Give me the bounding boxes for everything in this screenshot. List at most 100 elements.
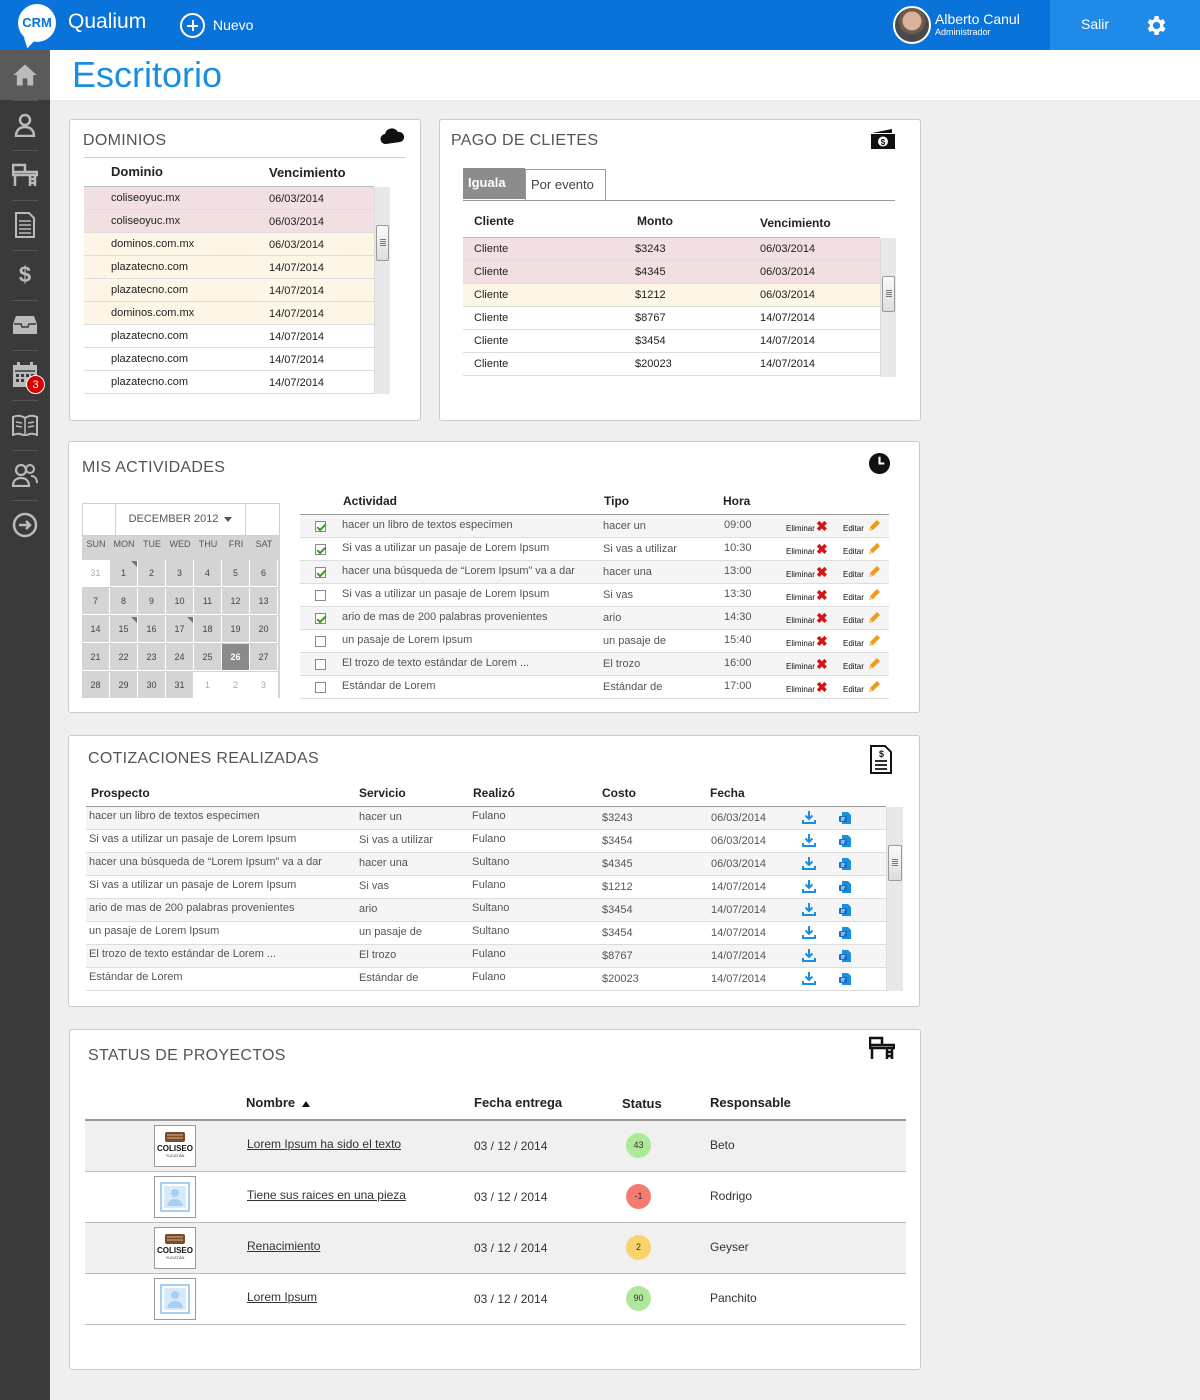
projects-header-name[interactable]: Nombre bbox=[246, 1095, 310, 1110]
calendar-day[interactable]: 8 bbox=[110, 588, 138, 615]
edit-button[interactable]: Editar bbox=[843, 524, 864, 533]
quotes-scrollbar[interactable] bbox=[886, 807, 903, 991]
sidebar-item-inbox[interactable] bbox=[0, 300, 50, 350]
delete-x-icon[interactable]: ✖ bbox=[816, 657, 828, 671]
table-row[interactable]: Cliente $3243 06/03/2014 bbox=[463, 238, 880, 261]
delete-x-icon[interactable]: ✖ bbox=[816, 611, 828, 625]
crm-logo[interactable]: CRM bbox=[18, 4, 56, 42]
table-row[interactable]: Cliente $20023 14/07/2014 bbox=[463, 353, 880, 376]
calendar-day[interactable]: 31 bbox=[82, 560, 110, 587]
sidebar-item-users[interactable] bbox=[0, 450, 50, 500]
calendar-day[interactable]: 1 bbox=[194, 672, 222, 699]
activity-checkbox[interactable] bbox=[315, 659, 326, 670]
tab-iguala[interactable]: Iguala bbox=[463, 168, 525, 199]
calendar-day[interactable]: 23 bbox=[138, 644, 166, 671]
avatar[interactable] bbox=[893, 6, 931, 44]
pdf-icon[interactable] bbox=[838, 811, 852, 825]
project-name-link[interactable]: Tiene sus raices en una pieza bbox=[247, 1188, 406, 1202]
calendar-day[interactable]: 3 bbox=[166, 560, 194, 587]
edit-button[interactable]: Editar bbox=[843, 639, 864, 648]
calendar-day[interactable]: 22 bbox=[110, 644, 138, 671]
delete-x-icon[interactable]: ✖ bbox=[816, 565, 828, 579]
calendar-day-selected[interactable]: 26 bbox=[222, 644, 250, 671]
calendar-day[interactable]: 18 bbox=[194, 616, 222, 643]
calendar-day[interactable]: 19 bbox=[222, 616, 250, 643]
calendar-day[interactable]: 11 bbox=[194, 588, 222, 615]
pdf-icon[interactable] bbox=[838, 949, 852, 963]
calendar-day[interactable]: 6 bbox=[250, 560, 278, 587]
calendar-day[interactable]: 29 bbox=[110, 672, 138, 699]
calendar-day[interactable]: 4 bbox=[194, 560, 222, 587]
calendar-day[interactable]: 2 bbox=[138, 560, 166, 587]
activity-checkbox[interactable] bbox=[315, 636, 326, 647]
calendar-day[interactable]: 16 bbox=[138, 616, 166, 643]
pdf-icon[interactable] bbox=[838, 834, 852, 848]
table-row[interactable]: plazatecno.com 14/07/2014 bbox=[84, 325, 374, 348]
new-button[interactable]: Nuevo bbox=[180, 12, 253, 38]
calendar-day[interactable]: 7 bbox=[82, 588, 110, 615]
calendar-day[interactable]: 10 bbox=[166, 588, 194, 615]
delete-button[interactable]: Eliminar bbox=[786, 662, 815, 671]
calendar-day[interactable]: 31 bbox=[166, 672, 194, 699]
sidebar-item-documents[interactable] bbox=[0, 200, 50, 250]
calendar-month-select[interactable]: DECEMBER 2012 bbox=[115, 503, 246, 536]
calendar-day[interactable]: 21 bbox=[82, 644, 110, 671]
activity-checkbox[interactable] bbox=[315, 613, 326, 624]
table-row[interactable]: COLISEO YUCATÁN Lorem Ipsum ha sido el tex… bbox=[85, 1121, 906, 1172]
activity-checkbox[interactable] bbox=[315, 544, 326, 555]
calendar-day[interactable]: 24 bbox=[166, 644, 194, 671]
edit-button[interactable]: Editar bbox=[843, 570, 864, 579]
table-row[interactable]: Lorem Ipsum 03 / 12 / 2014 90 Panchito bbox=[85, 1274, 906, 1325]
download-icon[interactable] bbox=[802, 880, 816, 893]
pdf-icon[interactable] bbox=[838, 926, 852, 940]
edit-button[interactable]: Editar bbox=[843, 593, 864, 602]
pencil-icon[interactable] bbox=[868, 542, 880, 554]
edit-button[interactable]: Editar bbox=[843, 662, 864, 671]
sidebar-item-logout[interactable] bbox=[0, 500, 50, 550]
pdf-icon[interactable] bbox=[838, 857, 852, 871]
pencil-icon[interactable] bbox=[868, 588, 880, 600]
domains-scroll-thumb[interactable] bbox=[376, 225, 389, 261]
delete-button[interactable]: Eliminar bbox=[786, 524, 815, 533]
calendar-day[interactable]: 3 bbox=[250, 672, 278, 699]
delete-x-icon[interactable]: ✖ bbox=[816, 680, 828, 694]
pdf-icon[interactable] bbox=[838, 880, 852, 894]
delete-button[interactable]: Eliminar bbox=[786, 593, 815, 602]
table-row[interactable]: plazatecno.com 14/07/2014 bbox=[84, 256, 374, 279]
pdf-icon[interactable] bbox=[838, 972, 852, 986]
delete-x-icon[interactable]: ✖ bbox=[816, 519, 828, 533]
quotes-scroll-thumb[interactable] bbox=[888, 845, 902, 881]
download-icon[interactable] bbox=[802, 926, 816, 939]
edit-button[interactable]: Editar bbox=[843, 616, 864, 625]
activity-checkbox[interactable] bbox=[315, 590, 326, 601]
activity-checkbox[interactable] bbox=[315, 682, 326, 693]
sidebar-item-catalog[interactable] bbox=[0, 400, 50, 450]
calendar-day[interactable]: 28 bbox=[82, 672, 110, 699]
pencil-icon[interactable] bbox=[868, 634, 880, 646]
table-row[interactable]: Cliente $8767 14/07/2014 bbox=[463, 307, 880, 330]
calendar-day[interactable]: 2 bbox=[222, 672, 250, 699]
sidebar-item-payments[interactable]: $ bbox=[0, 250, 50, 300]
calendar-day[interactable]: 20 bbox=[250, 616, 278, 643]
pencil-icon[interactable] bbox=[868, 611, 880, 623]
calendar-day[interactable]: 13 bbox=[250, 588, 278, 615]
calendar-day[interactable]: 9 bbox=[138, 588, 166, 615]
delete-button[interactable]: Eliminar bbox=[786, 570, 815, 579]
project-name-link[interactable]: Lorem Ipsum bbox=[247, 1290, 317, 1304]
table-row[interactable]: Cliente $3454 14/07/2014 bbox=[463, 330, 880, 353]
download-icon[interactable] bbox=[802, 857, 816, 870]
table-row[interactable]: coliseoyuc.mx 06/03/2014 bbox=[84, 187, 374, 210]
project-name-link[interactable]: Renacimiento bbox=[247, 1239, 320, 1253]
download-icon[interactable] bbox=[802, 834, 816, 847]
tab-por-evento[interactable]: Por evento bbox=[525, 169, 606, 200]
project-name-link[interactable]: Lorem Ipsum ha sido el texto bbox=[247, 1137, 401, 1151]
table-row[interactable]: plazatecno.com 14/07/2014 bbox=[84, 371, 374, 394]
logout-button[interactable]: Salir bbox=[1081, 16, 1109, 32]
sidebar-item-projects[interactable] bbox=[0, 150, 50, 200]
sidebar-item-calendar[interactable] bbox=[0, 350, 50, 400]
table-row[interactable]: dominos.com.mx 06/03/2014 bbox=[84, 233, 374, 256]
table-row[interactable]: dominos.com.mx 14/07/2014 bbox=[84, 302, 374, 325]
table-row[interactable]: COLISEO YUCATÁN Renacimiento 03 / 12 / 2014… bbox=[85, 1223, 906, 1274]
calendar-day[interactable]: 25 bbox=[194, 644, 222, 671]
delete-button[interactable]: Eliminar bbox=[786, 685, 815, 694]
